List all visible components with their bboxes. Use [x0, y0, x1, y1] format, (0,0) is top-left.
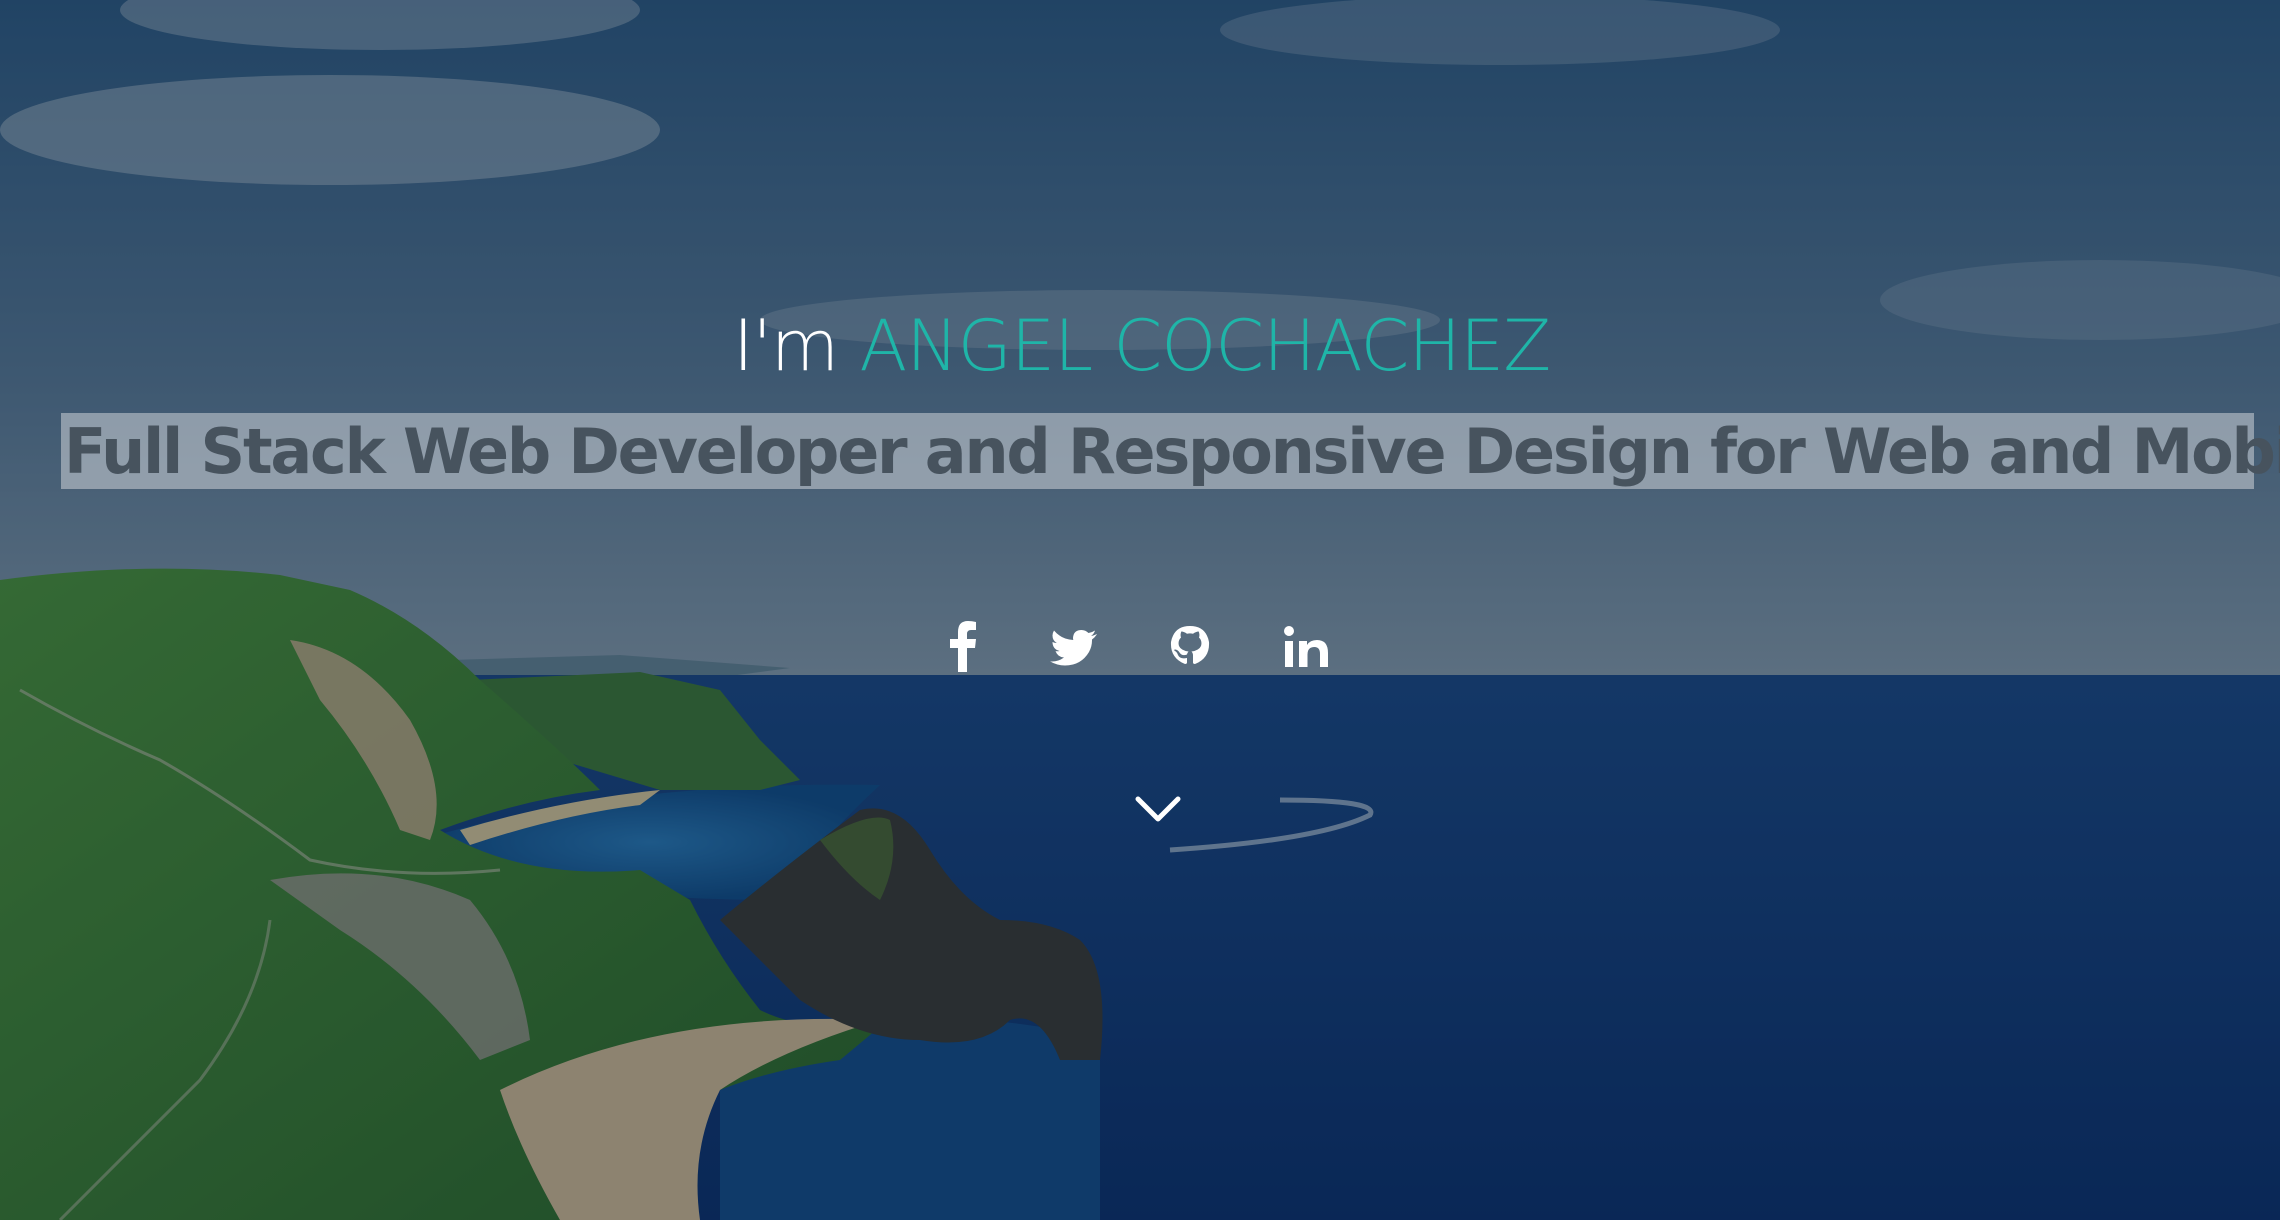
twitter-link[interactable]	[1050, 618, 1100, 678]
dark-overlay	[0, 0, 2280, 1220]
github-icon	[1170, 626, 1210, 664]
name-text: ANGEL COCHACHEZ	[859, 305, 1551, 387]
github-link[interactable]	[1166, 618, 1214, 678]
facebook-link[interactable]	[941, 618, 985, 678]
hero-section: I'm ANGEL COCHACHEZ Full Stack Web Devel…	[0, 0, 2280, 1220]
twitter-icon	[1050, 630, 1097, 666]
linkedin-link[interactable]	[1282, 618, 1332, 678]
linkedin-icon	[1284, 626, 1328, 667]
scroll-down-button[interactable]	[1133, 793, 1183, 829]
facebook-icon	[950, 621, 976, 672]
chevron-down-icon	[1135, 796, 1181, 822]
hero-heading: I'm ANGEL COCHACHEZ	[733, 300, 1551, 392]
greeting-text: I'm	[733, 305, 839, 387]
tagline-text: Full Stack Web Developer and Responsive …	[64, 415, 2280, 488]
